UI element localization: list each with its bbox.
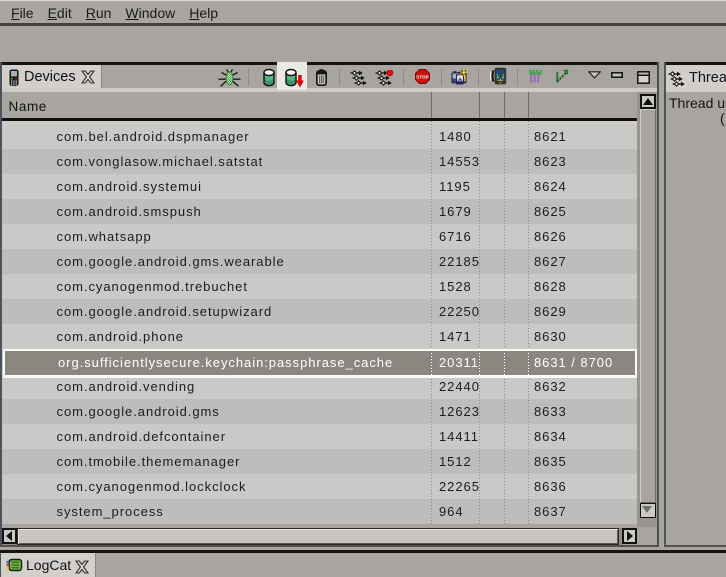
svg-text:STOP: STOP bbox=[416, 74, 428, 79]
